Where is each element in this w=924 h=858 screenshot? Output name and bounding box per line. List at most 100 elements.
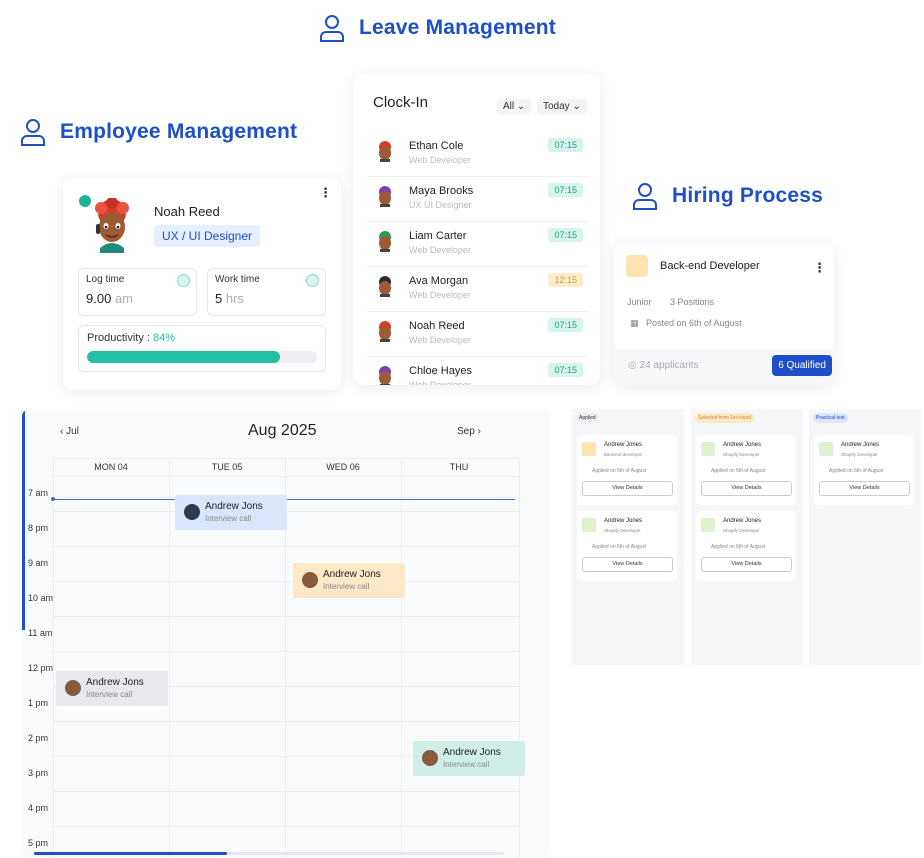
candidate-name: Andrew Jones <box>604 442 643 448</box>
employee-role: Web Developer <box>409 290 471 300</box>
shopify-icon <box>582 518 596 532</box>
avatar <box>379 231 391 252</box>
clock-in-time-badge: 07:15 <box>548 138 583 152</box>
clock-in-row[interactable]: Noah Reed Web Developer 07:15 <box>367 312 589 357</box>
employee-name: Ava Morgan <box>409 275 469 287</box>
clock-in-time-badge: 07:15 <box>548 183 583 197</box>
event-type: Interview call <box>323 582 370 591</box>
clock-in-list: Ethan Cole Web Developer 07:15 Maya Brooks U… <box>367 132 589 385</box>
applicants-count: ◎ 24 applicants <box>628 360 699 371</box>
avatar <box>302 572 318 588</box>
event-person-name: Andrew Jons <box>86 677 144 688</box>
calendar-scroll-indicator <box>22 410 25 630</box>
event-person-name: Andrew Jons <box>443 747 501 758</box>
candidate-name: Andrew Jones <box>841 442 880 448</box>
view-details-button[interactable]: View Details <box>582 557 673 572</box>
hiring-process-heading: Hiring Process <box>632 182 823 210</box>
grid-line <box>169 458 170 858</box>
grid-line <box>53 791 519 792</box>
more-options-icon[interactable]: ⋮ <box>813 261 826 274</box>
candidate-name: Andrew Jones <box>723 442 762 448</box>
hiring-process-title: Hiring Process <box>672 184 824 207</box>
avatar <box>87 197 137 253</box>
column-stage-tag: Practical test <box>813 413 848 423</box>
interview-event[interactable]: Andrew Jons Interview call <box>56 671 168 706</box>
prev-month-button[interactable]: ‹ Jul <box>60 426 79 437</box>
interview-event[interactable]: Andrew Jons Interview call <box>175 495 287 530</box>
candidate-card: Andrew Jones Shopify Developer Applied on … <box>814 435 914 505</box>
employee-management-title: Employee Management <box>60 120 298 143</box>
qualified-button[interactable]: 6 Qualified <box>772 355 832 376</box>
filter-today-dropdown[interactable]: Today ⌄ <box>537 99 587 114</box>
grid-line <box>53 458 54 858</box>
clock-in-time-badge: 07:15 <box>548 363 583 377</box>
day-header: MON 04 <box>94 462 128 472</box>
hour-label: 10 am <box>28 593 54 603</box>
clock-in-row[interactable]: Maya Brooks UX UI Designer 07:15 <box>367 177 589 222</box>
interview-event[interactable]: Andrew Jons Interview call <box>293 563 405 598</box>
more-options-icon[interactable]: ⋮ <box>319 186 332 199</box>
leave-management-heading: Leave Management <box>319 14 556 42</box>
interview-event[interactable]: Andrew Jons Interview call <box>413 741 525 776</box>
grid-line <box>53 721 519 722</box>
grid-line <box>401 458 402 858</box>
clock-in-row[interactable]: Chloe Hayes Web Developer 07:15 <box>367 357 589 385</box>
pipeline-column: Applied Andrew Jones Backend developer Appl… <box>572 409 684 665</box>
pipeline-column: Practical test Andrew Jones Shopify Develo… <box>809 409 921 665</box>
avatar <box>184 504 200 520</box>
day-header: WED 06 <box>326 462 360 472</box>
column-stage-tag: Applied <box>576 413 599 423</box>
employee-role-badge: UX / UI Designer <box>154 225 261 247</box>
view-details-button[interactable]: View Details <box>819 481 910 496</box>
horizontal-scrollbar[interactable] <box>34 852 504 855</box>
employee-management-heading: Employee Management <box>20 118 297 146</box>
log-time-box: Log time 9.00 am <box>78 268 197 316</box>
next-month-button[interactable]: Sep › <box>457 426 481 437</box>
current-time-dot <box>51 497 55 501</box>
calendar-icon: ▦ <box>630 318 639 328</box>
candidate-name: Andrew Jones <box>723 518 762 524</box>
candidate-card: Andrew Jones Shopify Developer Applied on … <box>696 435 796 505</box>
view-details-button[interactable]: View Details <box>582 481 673 496</box>
employee-name: Maya Brooks <box>409 185 474 197</box>
employee-role: Web Developer <box>409 335 471 345</box>
hour-label: 2 pm <box>28 733 49 743</box>
clock-in-row[interactable]: Ethan Cole Web Developer 07:15 <box>367 132 589 177</box>
avatar <box>379 141 391 162</box>
grid-line <box>53 651 519 652</box>
job-card-footer: ◎ 24 applicants 6 Qualified <box>614 349 834 385</box>
work-time-box: Work time 5 hrs <box>207 268 326 316</box>
avatar <box>379 186 391 207</box>
grid-line <box>53 546 519 547</box>
log-time-label: Log time <box>86 274 125 285</box>
job-level: Junior <box>627 297 652 307</box>
day-header: TUE 05 <box>211 462 243 472</box>
candidate-role: Shopify Developer <box>841 452 878 457</box>
employee-name: Liam Carter <box>409 230 467 242</box>
grid-line <box>519 458 520 858</box>
clock-in-row[interactable]: Ava Morgan Web Developer 12:15 <box>367 267 589 312</box>
applied-date: Applied on 6th of August <box>711 468 766 474</box>
clock-in-row[interactable]: Liam Carter Web Developer 07:15 <box>367 222 589 267</box>
avatar <box>379 366 391 385</box>
candidate-role: Shopify Developer <box>723 528 760 533</box>
clock-in-card: Clock-In All ⌄ Today ⌄ Ethan Cole Web Dev… <box>353 73 600 385</box>
log-time-value: 9.00 am <box>86 291 133 306</box>
view-details-button[interactable]: View Details <box>701 557 792 572</box>
user-icon <box>632 182 658 210</box>
candidate-card: Andrew Jones Shopify Developer Applied on … <box>696 511 796 581</box>
filter-all-dropdown[interactable]: All ⌄ <box>497 99 532 114</box>
employee-name: Noah Reed <box>154 204 220 219</box>
hour-label: 7 am <box>28 488 49 498</box>
pipeline-column: Selected from 1st round Andrew Jones Shopi… <box>691 409 803 665</box>
clock-in-time-badge: 07:15 <box>548 318 583 332</box>
view-details-button[interactable]: View Details <box>701 481 792 496</box>
clock-in-time-badge: 12:15 <box>548 273 583 287</box>
hour-label: 12 pm <box>28 663 54 673</box>
avatar <box>379 321 391 342</box>
event-type: Interview call <box>205 514 252 523</box>
candidate-role: Shopify Developer <box>723 452 760 457</box>
candidate-name: Andrew Jones <box>604 518 643 524</box>
applied-date: Applied on 6th of August <box>592 544 647 550</box>
code-icon <box>582 442 596 456</box>
